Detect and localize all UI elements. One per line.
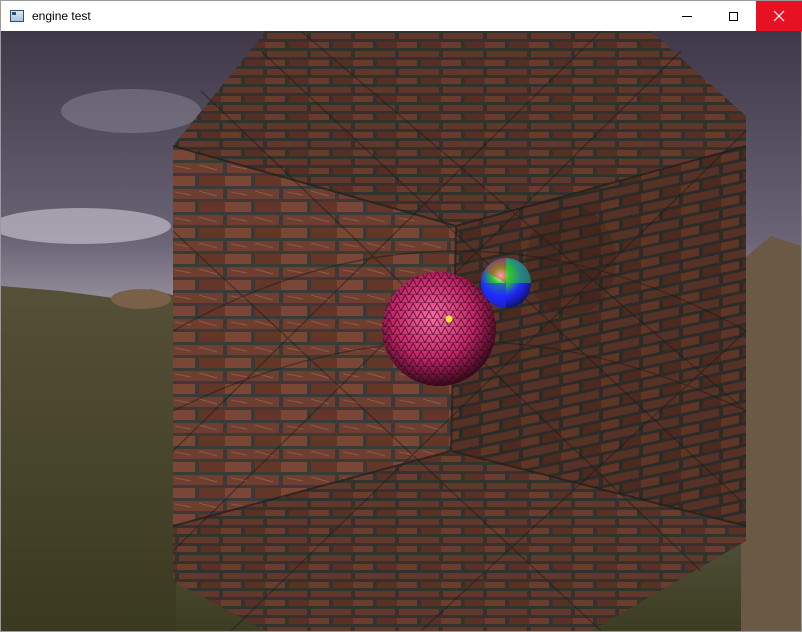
minimize-icon — [682, 15, 692, 17]
light-point — [445, 315, 453, 323]
app-window-icon — [10, 10, 24, 22]
render-viewport[interactable] — [1, 31, 801, 631]
cloud — [61, 89, 201, 133]
pink-sphere — [382, 272, 496, 386]
window-title: engine test — [32, 9, 91, 23]
maximize-icon — [728, 11, 738, 21]
app-window: engine test — [0, 0, 802, 632]
close-icon — [773, 10, 785, 22]
title-bar[interactable]: engine test — [1, 1, 802, 31]
terrain-right — [741, 236, 801, 631]
scene-canvas — [1, 31, 801, 631]
maximize-button[interactable] — [710, 1, 756, 31]
hill — [111, 289, 171, 309]
minimize-button[interactable] — [664, 1, 710, 31]
terrain-left — [1, 286, 176, 631]
rgb-sphere — [481, 258, 531, 308]
close-button[interactable] — [756, 1, 802, 31]
